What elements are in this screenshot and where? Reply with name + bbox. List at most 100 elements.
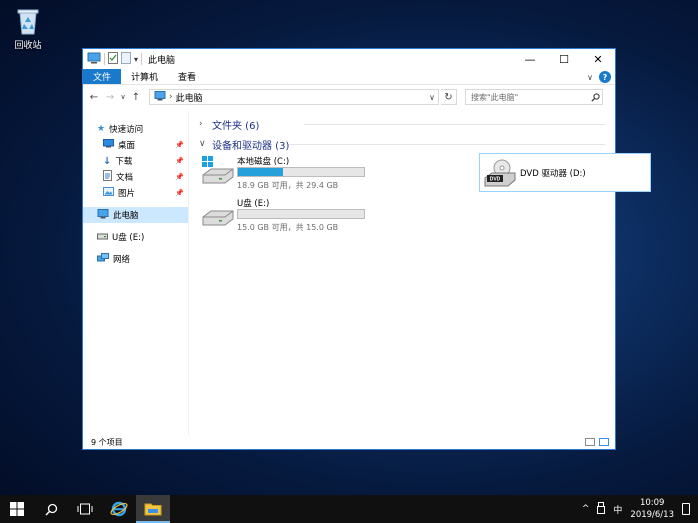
sidebar-item-label: U盘 (E:) [112,233,145,243]
taskbar: ^ 中 10:09 2019/6/13 [0,495,698,523]
recent-locations-button[interactable]: ∨ [119,89,127,105]
search-button[interactable] [34,495,68,523]
tray-chevron-icon[interactable]: ^ [582,504,590,514]
internet-explorer-button[interactable] [102,495,136,523]
navigation-pane: ★ 快速访问 桌面 📌 ↓ 下载 📌 文档 📌 图片 📌 此电脑 U盘 (E:)… [83,111,189,435]
up-button[interactable]: ↑ [129,89,143,105]
computer-icon [97,208,109,222]
recycle-bin[interactable]: 回收站 [8,6,48,51]
drive-c-free-space: 18.9 GB 可用，共 29.4 GB [237,181,339,190]
drive-c-usage-bar [237,167,365,177]
large-icons-view-button[interactable] [599,438,609,446]
search-placeholder: 搜索"此电脑" [471,92,519,102]
computer-icon [87,52,101,67]
pin-icon[interactable]: 📌 [175,173,184,181]
drive-d[interactable]: DVD DVD 驱动器 (D:) [479,153,651,192]
usb-drive-icon [97,232,108,243]
drive-c-name: 本地磁盘 (C:) [237,157,290,167]
properties-icon[interactable] [108,51,118,67]
forward-button[interactable]: → [103,89,117,105]
new-folder-icon[interactable] [121,51,131,67]
recycle-bin-icon [15,6,41,36]
drive-e-free-space: 15.0 GB 可用，共 15.0 GB [237,223,339,232]
address-field[interactable]: › 此电脑 ∨ [149,89,439,105]
star-icon: ★ [97,124,106,134]
tab-file[interactable]: 文件 [83,69,122,84]
close-button[interactable]: ✕ [581,49,615,69]
computer-icon [154,90,166,104]
expand-ribbon-icon[interactable]: ∨ [587,73,593,82]
ribbon-tabs: 文件 计算机 查看 ∨ ? [83,69,615,85]
recycle-bin-label: 回收站 [14,41,42,51]
dvd-drive-icon: DVD [484,158,516,188]
dvd-badge: DVD [490,176,501,182]
network-icon [97,252,109,266]
search-icon [44,503,57,516]
file-pane: › 文件夹 (6) ∨ 设备和驱动器 (3) 本地磁盘 (C:) 18.9 GB… [189,111,651,435]
pin-icon[interactable]: 📌 [175,189,184,197]
drive-e-name: U盘 (E:) [237,199,270,209]
sidebar-item-pictures[interactable]: 图片 📌 [83,185,188,201]
title-bar: ▾ 此电脑 — ☐ ✕ [83,49,615,69]
sidebar-item-label: 此电脑 [113,211,139,221]
clock-date: 2019/6/13 [630,510,674,520]
explorer-window: ▾ 此电脑 — ☐ ✕ 文件 计算机 查看 ∨ ? ← → ∨ ↑ › 此电脑 … [82,48,651,450]
refresh-button[interactable]: ↻ [441,89,457,105]
address-bar-row: ← → ∨ ↑ › 此电脑 ∨ ↻ 搜索"此电脑" [83,85,615,109]
drive-e[interactable]: U盘 (E:) 15.0 GB 可用，共 15.0 GB [201,197,365,233]
usb-tray-icon[interactable] [597,501,606,517]
pin-icon[interactable]: 📌 [175,157,184,165]
maximize-button[interactable]: ☐ [547,49,581,69]
sidebar-item-label: 网络 [113,255,131,265]
breadcrumb-separator: › [169,92,173,102]
sidebar-item-label: 快速访问 [109,125,144,135]
details-view-button[interactable] [585,438,595,446]
sidebar-item-network[interactable]: 网络 [83,251,188,267]
search-icon [588,92,602,102]
address-dropdown-icon[interactable]: ∨ [426,93,438,102]
internet-explorer-icon [110,501,128,517]
notification-center-icon[interactable] [682,503,690,515]
clock[interactable]: 10:09 2019/6/13 [630,497,674,521]
drive-d-name: DVD 驱动器 (D:) [520,168,586,179]
drive-e-usage-bar [237,209,365,219]
start-button[interactable] [0,495,34,523]
desktop-icon [103,139,114,151]
sidebar-item-label: 桌面 [118,141,136,151]
sidebar-item-quick-access[interactable]: ★ 快速访问 [83,121,188,137]
quick-access-toolbar: ▾ [83,51,143,67]
breadcrumb[interactable]: 此电脑 [176,91,203,104]
window-title: 此电脑 [148,55,176,66]
ime-indicator[interactable]: 中 [613,503,622,516]
chevron-right-icon: › [199,119,203,129]
folders-group-header[interactable]: › 文件夹 (6) [199,115,605,133]
windows-drive-icon [201,155,235,185]
item-count: 9 个项目 [91,437,123,447]
sidebar-item-label: 图片 [118,189,136,199]
group-label: 文件夹 (6) [212,120,260,132]
sidebar-item-documents[interactable]: 文档 📌 [83,169,188,185]
file-explorer-button[interactable] [136,495,170,523]
sidebar-item-desktop[interactable]: 桌面 📌 [83,137,188,153]
chevron-down-icon: ∨ [199,139,206,149]
customize-quick-access-icon[interactable]: ▾ [134,55,138,64]
sidebar-item-this-pc[interactable]: 此电脑 [83,207,188,223]
tab-view[interactable]: 查看 [168,69,206,84]
drive-c[interactable]: 本地磁盘 (C:) 18.9 GB 可用，共 29.4 GB [201,155,365,191]
sidebar-item-label: 文档 [116,173,134,183]
system-tray: ^ 中 10:09 2019/6/13 [582,497,698,521]
tab-computer[interactable]: 计算机 [121,69,168,84]
devices-group-header[interactable]: ∨ 设备和驱动器 (3) [199,135,605,153]
drive-c-usage-fill [238,168,284,176]
minimize-button[interactable]: — [513,49,547,69]
task-view-icon [77,503,93,515]
back-button[interactable]: ← [87,89,101,105]
content-area: ★ 快速访问 桌面 📌 ↓ 下载 📌 文档 📌 图片 📌 此电脑 U盘 (E:)… [83,111,651,435]
pin-icon[interactable]: 📌 [175,141,184,149]
status-bar: 9 个项目 [83,435,615,449]
search-input[interactable]: 搜索"此电脑" [465,89,603,105]
sidebar-item-downloads[interactable]: ↓ 下载 📌 [83,153,188,169]
task-view-button[interactable] [68,495,102,523]
help-icon[interactable]: ? [599,71,611,83]
sidebar-item-usb-drive[interactable]: U盘 (E:) [83,229,188,245]
